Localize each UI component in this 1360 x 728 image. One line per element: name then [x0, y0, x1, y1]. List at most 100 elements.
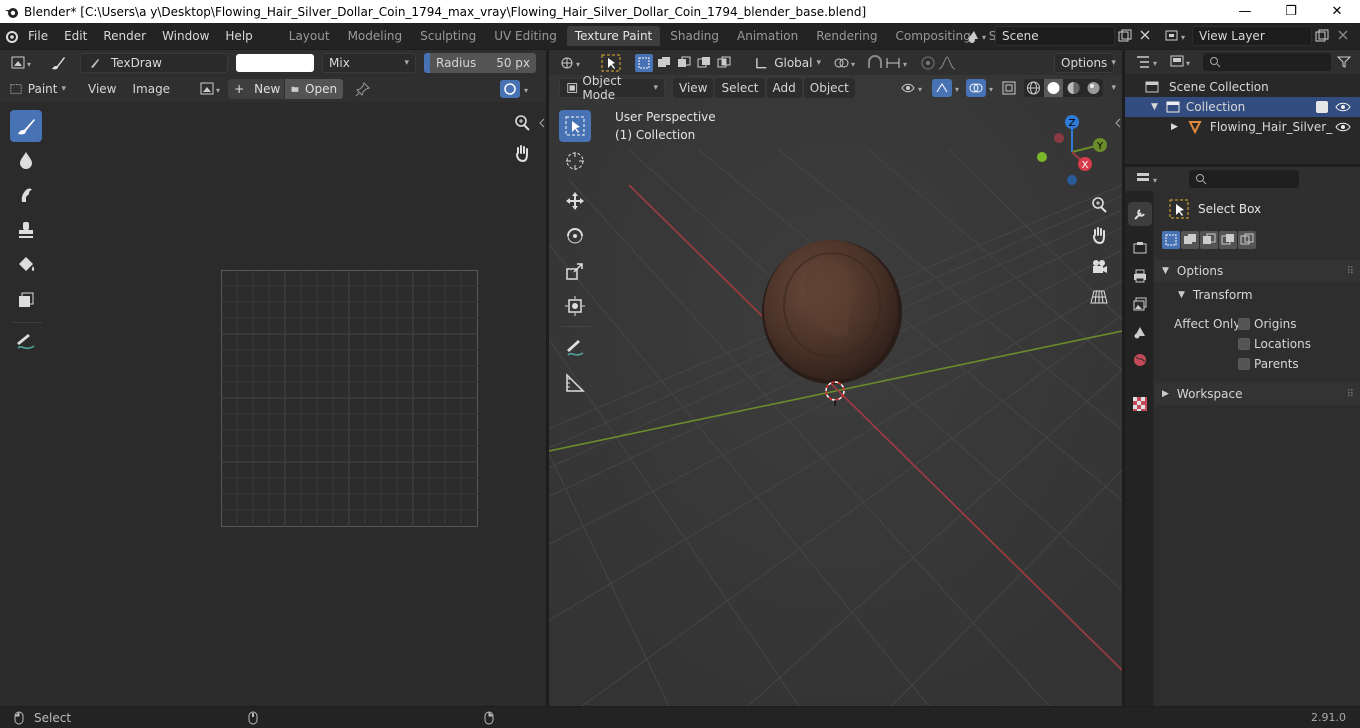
draw-tool-button[interactable]	[10, 110, 42, 142]
menu-file[interactable]: File	[20, 25, 56, 47]
snap-target-icon[interactable]: ▾	[885, 54, 913, 72]
select-extend-icon[interactable]	[655, 54, 673, 72]
blend-mode-dropdown[interactable]: Mix ▾	[322, 52, 416, 73]
tab-uv-editing[interactable]: UV Editing	[486, 26, 565, 46]
outliner-editor-icon[interactable]: ▾	[1135, 53, 1165, 71]
wireframe-shading-icon[interactable]	[1024, 79, 1043, 97]
object-eye-icon[interactable]	[1335, 121, 1351, 133]
parents-checkbox[interactable]	[1238, 358, 1250, 370]
coin-object[interactable]	[762, 240, 902, 384]
viewport-editor-type-button[interactable]: ▾	[557, 52, 589, 74]
display-mode-icon[interactable]: ▾	[1169, 53, 1197, 71]
menu-help[interactable]: Help	[217, 25, 260, 47]
select-box-tool-button[interactable]	[559, 110, 591, 142]
tab-sculpting[interactable]: Sculpting	[412, 26, 484, 46]
sidebar-toggle-icon[interactable]	[538, 118, 546, 128]
maximize-button[interactable]: ❐	[1268, 0, 1314, 23]
menu-window[interactable]: Window	[154, 25, 217, 47]
camera-view-button[interactable]	[1086, 254, 1112, 280]
mode-set-icon[interactable]	[1162, 231, 1180, 249]
tab-modeling[interactable]: Modeling	[340, 26, 411, 46]
outliner-search-field[interactable]	[1203, 53, 1331, 71]
tab-rendering[interactable]: Rendering	[808, 26, 885, 46]
viewport-sidebar-toggle-icon[interactable]	[1114, 118, 1122, 128]
delete-scene-icon[interactable]	[1138, 28, 1152, 42]
perspective-toggle-button[interactable]	[1086, 284, 1112, 310]
pivot-icon[interactable]: ▾	[833, 54, 861, 72]
image-browse-button[interactable]: ▾	[198, 78, 228, 100]
mode-intersect-icon[interactable]	[1238, 231, 1256, 249]
outliner-scene-collection[interactable]: Scene Collection	[1145, 77, 1269, 97]
view-layer-icon[interactable]: ▾	[1163, 27, 1191, 45]
rendered-shading-icon[interactable]	[1084, 79, 1103, 97]
scene-name-field[interactable]: Scene	[995, 26, 1115, 46]
properties-search-field[interactable]	[1189, 170, 1299, 188]
collection-exclude-checkbox[interactable]	[1316, 101, 1328, 113]
view-layer-field[interactable]: View Layer	[1192, 26, 1312, 46]
new-view-layer-icon[interactable]	[1314, 28, 1330, 44]
image-canvas-grid[interactable]	[221, 270, 478, 527]
visibility-icon[interactable]: ▾	[900, 79, 928, 97]
texture-properties-tab[interactable]	[1128, 392, 1152, 416]
orientation-dropdown[interactable]: Global ▾	[749, 53, 827, 73]
menu-image[interactable]: Image	[126, 79, 176, 99]
navigation-gizmo[interactable]: Z Y X	[1033, 112, 1113, 192]
expand-arrow-icon[interactable]: ▶	[1171, 122, 1178, 132]
select-tool-header-button[interactable]	[599, 52, 623, 74]
paint-mode-dropdown[interactable]: Paint ▾	[8, 79, 72, 99]
outliner-collection[interactable]: ▼ Collection	[1125, 97, 1360, 117]
menu-view[interactable]: View	[82, 79, 122, 99]
viewport-menu-view[interactable]: View	[673, 78, 714, 98]
mode-subtract-icon[interactable]	[1200, 231, 1218, 249]
properties-editor-icon[interactable]: ▾	[1135, 170, 1165, 188]
fill-tool-button[interactable]	[10, 249, 42, 281]
clone-tool-button[interactable]	[10, 214, 42, 246]
transform-tool-button[interactable]	[559, 290, 591, 322]
rotate-tool-button[interactable]	[559, 220, 591, 252]
menu-render[interactable]: Render	[95, 25, 154, 47]
select-new-icon[interactable]	[635, 53, 653, 72]
measure-tool-button[interactable]	[559, 367, 591, 399]
shading-options-chevron-icon[interactable]: ▾	[1111, 83, 1116, 93]
blender-menu-icon[interactable]	[2, 27, 20, 45]
falloff-icon[interactable]	[937, 54, 957, 72]
delete-view-layer-icon[interactable]	[1336, 28, 1350, 42]
brush-name-field[interactable]: TexDraw	[80, 52, 228, 73]
expand-arrow-icon[interactable]: ▼	[1151, 102, 1158, 112]
select-subtract-icon[interactable]	[675, 54, 693, 72]
mode-extend-icon[interactable]	[1181, 231, 1199, 249]
select-intersect-icon[interactable]	[715, 54, 733, 72]
parents-option[interactable]: Parents	[1238, 357, 1299, 371]
outliner-object[interactable]: ▶ Flowing_Hair_Silver_	[1171, 117, 1332, 137]
transform-subsection-header[interactable]: ▼ Transform	[1154, 284, 1360, 306]
object-mode-dropdown[interactable]: Object Mode ▾	[559, 74, 665, 102]
new-image-button[interactable]: + New	[228, 79, 285, 99]
render-properties-tab[interactable]	[1128, 236, 1152, 260]
gizmos-icon[interactable]: ▾	[932, 79, 962, 97]
smear-tool-button[interactable]	[10, 179, 42, 211]
output-properties-tab[interactable]	[1128, 264, 1152, 288]
world-properties-tab[interactable]	[1128, 348, 1152, 372]
overlays-icon[interactable]: ▾	[966, 79, 996, 97]
workspace-section-header[interactable]: ▶ Workspace ⠿	[1154, 383, 1360, 405]
viewport-menu-add[interactable]: Add	[766, 78, 802, 98]
mode-difference-icon[interactable]	[1219, 231, 1237, 249]
cursor-tool-button[interactable]	[559, 145, 591, 177]
viewport-menu-select[interactable]: Select	[715, 78, 765, 98]
origins-checkbox[interactable]	[1238, 318, 1250, 330]
editor-type-button[interactable]: ▾	[8, 52, 40, 74]
annotate-tool-button[interactable]	[10, 326, 42, 358]
brush-color-swatch[interactable]	[236, 53, 314, 72]
new-scene-icon[interactable]	[1117, 28, 1133, 44]
viewport-menu-object[interactable]: Object	[803, 78, 855, 98]
scale-tool-button[interactable]	[559, 255, 591, 287]
origins-option[interactable]: Origins	[1238, 317, 1297, 331]
viewport-options-dropdown[interactable]: Options ▾	[1054, 52, 1116, 73]
annotate-viewport-tool-button[interactable]	[559, 332, 591, 364]
tab-shading[interactable]: Shading	[662, 26, 727, 46]
radius-slider[interactable]: Radius 50 px	[424, 52, 536, 73]
filter-icon[interactable]	[1337, 55, 1351, 69]
view-layer-properties-tab[interactable]	[1128, 292, 1152, 316]
select-difference-icon[interactable]	[695, 54, 713, 72]
minimize-button[interactable]: —	[1222, 0, 1268, 23]
